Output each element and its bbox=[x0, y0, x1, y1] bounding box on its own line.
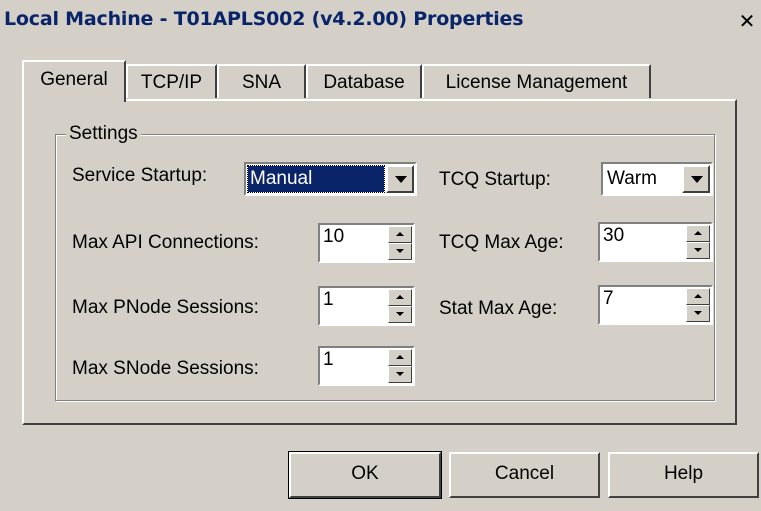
spin-down-icon[interactable] bbox=[388, 243, 412, 260]
tab-license-management[interactable]: License Management bbox=[422, 64, 651, 98]
help-button[interactable]: Help bbox=[608, 452, 759, 498]
stat-max-age-spinner[interactable]: 7 bbox=[598, 285, 713, 325]
stat-max-age-label: Stat Max Age: bbox=[439, 298, 558, 319]
dropdown-arrow-icon[interactable] bbox=[386, 165, 414, 193]
window-title: Local Machine - T01APLS002 (v4.2.00) Pro… bbox=[4, 8, 524, 30]
max-snode-sessions-spinner[interactable]: 1 bbox=[318, 346, 415, 386]
ok-button[interactable]: OK bbox=[288, 451, 442, 499]
spin-up-icon[interactable] bbox=[388, 289, 412, 306]
tab-sna[interactable]: SNA bbox=[217, 64, 306, 98]
service-startup-select[interactable]: Manual bbox=[244, 162, 417, 196]
spin-up-icon[interactable] bbox=[686, 225, 710, 242]
service-startup-value: Manual bbox=[247, 165, 385, 193]
tab-database[interactable]: Database bbox=[306, 64, 422, 98]
settings-group: Settings Service Startup: Manual Max API… bbox=[55, 123, 715, 401]
spin-up-icon[interactable] bbox=[686, 288, 710, 305]
spin-buttons bbox=[388, 226, 412, 260]
spin-buttons bbox=[686, 288, 710, 322]
spin-buttons bbox=[388, 289, 412, 323]
tcq-startup-label: TCQ Startup: bbox=[439, 169, 551, 190]
cancel-button[interactable]: Cancel bbox=[449, 452, 600, 498]
spin-up-icon[interactable] bbox=[388, 226, 412, 243]
max-api-connections-label: Max API Connections: bbox=[72, 232, 259, 253]
settings-group-label: Settings bbox=[66, 123, 141, 145]
properties-dialog: Local Machine - T01APLS002 (v4.2.00) Pro… bbox=[0, 0, 761, 511]
tcq-max-age-label: TCQ Max Age: bbox=[439, 232, 564, 253]
tcq-startup-select[interactable]: Warm bbox=[601, 162, 713, 196]
spin-up-icon[interactable] bbox=[388, 349, 412, 366]
max-api-connections-value[interactable]: 10 bbox=[323, 226, 344, 248]
stat-max-age-value[interactable]: 7 bbox=[603, 288, 614, 310]
dropdown-arrow-icon[interactable] bbox=[682, 165, 710, 193]
spin-down-icon[interactable] bbox=[388, 306, 412, 323]
general-tab-panel: Settings Service Startup: Manual Max API… bbox=[22, 99, 737, 425]
max-api-connections-spinner[interactable]: 10 bbox=[318, 223, 415, 263]
spin-down-icon[interactable] bbox=[686, 305, 710, 322]
max-snode-sessions-label: Max SNode Sessions: bbox=[72, 358, 259, 379]
tcq-max-age-spinner[interactable]: 30 bbox=[598, 222, 713, 262]
spin-down-icon[interactable] bbox=[388, 366, 412, 383]
service-startup-label: Service Startup: bbox=[72, 165, 208, 186]
spin-down-icon[interactable] bbox=[686, 242, 710, 259]
tcq-startup-value: Warm bbox=[607, 168, 657, 189]
max-pnode-sessions-spinner[interactable]: 1 bbox=[318, 286, 415, 326]
title-bar[interactable]: Local Machine - T01APLS002 (v4.2.00) Pro… bbox=[0, 0, 761, 46]
tab-general[interactable]: General bbox=[22, 60, 126, 102]
close-icon[interactable]: ✕ bbox=[735, 6, 759, 36]
tab-strip: General TCP/IP SNA Database License Mana… bbox=[22, 60, 722, 102]
spin-buttons bbox=[388, 349, 412, 383]
max-snode-sessions-value[interactable]: 1 bbox=[323, 349, 334, 371]
max-pnode-sessions-value[interactable]: 1 bbox=[323, 289, 334, 311]
tcq-max-age-value[interactable]: 30 bbox=[603, 225, 624, 247]
spin-buttons bbox=[686, 225, 710, 259]
max-pnode-sessions-label: Max PNode Sessions: bbox=[72, 297, 259, 318]
tab-tcp-ip[interactable]: TCP/IP bbox=[126, 64, 217, 98]
